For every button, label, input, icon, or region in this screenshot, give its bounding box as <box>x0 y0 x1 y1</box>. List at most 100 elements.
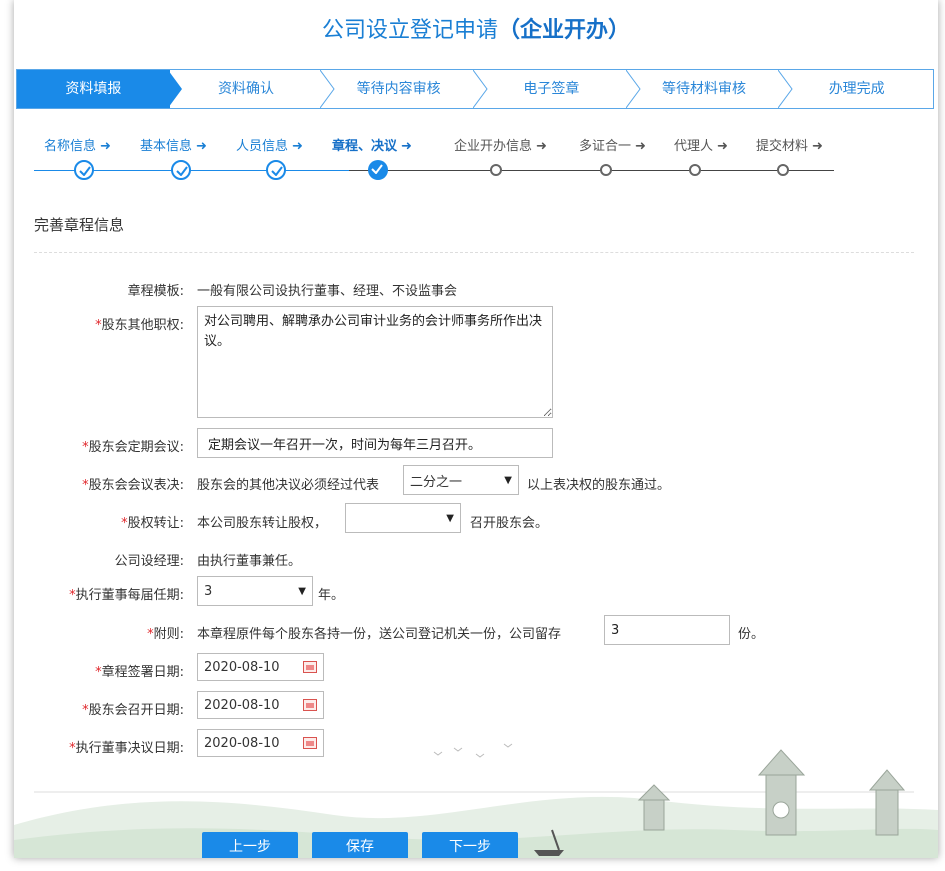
arrow-right-icon: ➜ <box>196 139 207 154</box>
main-step-label: 资料确认 <box>218 81 274 97</box>
equity-transfer-label: *股权转让: <box>121 516 184 531</box>
other-powers-label: *股东其他职权: <box>95 318 184 333</box>
check-circle-icon <box>74 160 94 180</box>
resolution-date-label: *执行董事决议日期: <box>69 741 184 756</box>
meeting-vote-selected: 二分之一 <box>410 474 463 490</box>
meeting-vote-select[interactable]: 二分之一 ▼ <box>403 465 519 495</box>
main-step-3: 等待内容审核 <box>322 70 488 108</box>
appendix-label: *附则: <box>147 627 184 642</box>
main-step-label: 等待内容审核 <box>356 81 441 97</box>
date-value: 2020-08-10 <box>204 697 280 713</box>
sub-step-label: 代理人 <box>674 139 714 154</box>
arrow-right-icon: ➜ <box>401 139 412 154</box>
sub-step-personnel-info[interactable]: 人员信息 ➜ <box>236 135 303 154</box>
sub-step-label: 多证合一 <box>579 139 632 154</box>
date-value: 2020-08-10 <box>204 659 280 675</box>
sub-step-label: 名称信息 <box>44 139 97 154</box>
page-title: 公司设立登记申请（企业开办） <box>14 12 938 44</box>
main-step-6: 办理完成 <box>780 70 933 108</box>
arrow-right-icon: ➜ <box>717 139 728 154</box>
main-step-4: 电子签章 <box>475 70 641 108</box>
sub-progress-line-todo <box>349 170 834 171</box>
arrow-right-icon: ➜ <box>635 139 646 154</box>
sub-step-enterprise-info: 企业开办信息 ➜ <box>454 135 547 154</box>
regular-meeting-input[interactable]: 定期会议一年召开一次，时间为每年三月召开。 <box>197 428 553 458</box>
meeting-vote-suffix: 以上表决权的股东通过。 <box>527 478 671 493</box>
manager-value: 由执行董事兼任。 <box>197 554 302 569</box>
main-step-2: 资料确认 <box>170 70 335 108</box>
date-value: 2020-08-10 <box>204 735 280 751</box>
dropdown-arrow-icon: ▼ <box>446 512 454 524</box>
appendix-prefix: 本章程原件每个股东各持一份，送公司登记机关一份，公司留存 <box>197 627 562 642</box>
arrow-right-icon: ➜ <box>100 139 111 154</box>
manager-label: 公司设经理: <box>114 554 184 569</box>
pending-circle-icon <box>777 164 789 176</box>
calendar-icon[interactable] <box>303 699 317 711</box>
meeting-date-input[interactable]: 2020-08-10 <box>197 691 324 719</box>
page-title-main: 公司设立登记申请 <box>321 18 498 43</box>
sub-step-label: 提交材料 <box>756 139 809 154</box>
main-progress-steps: 资料填报 资料确认 等待内容审核 电子签章 等待材料审核 办理完成 <box>16 69 934 109</box>
main-step-label: 资料填报 <box>65 81 122 97</box>
step-chevron-icon <box>778 70 793 108</box>
dropdown-arrow-icon: ▼ <box>504 474 512 486</box>
equity-transfer-select[interactable]: ▼ <box>345 503 461 533</box>
meeting-vote-prefix: 股东会的其他决议必须经过代表 <box>197 478 380 493</box>
main-step-label: 电子签章 <box>523 81 580 97</box>
appendix-copies-input[interactable]: 3 <box>604 615 730 645</box>
sub-step-charter-resolution[interactable]: 章程、决议 ➜ <box>332 135 412 154</box>
save-button[interactable]: 保存 <box>312 832 408 858</box>
arrow-right-icon: ➜ <box>292 139 303 154</box>
calendar-icon[interactable] <box>303 737 317 749</box>
check-circle-icon <box>368 160 388 180</box>
regular-meeting-label: *股东会定期会议: <box>82 440 184 455</box>
main-step-label: 办理完成 <box>828 81 885 97</box>
sub-step-name-info[interactable]: 名称信息 ➜ <box>44 135 111 154</box>
sub-step-label: 企业开办信息 <box>454 139 533 154</box>
pending-circle-icon <box>490 164 502 176</box>
main-step-label: 等待材料审核 <box>662 81 747 97</box>
arrow-right-icon: ➜ <box>536 139 547 154</box>
sub-step-agent: 代理人 ➜ <box>674 135 728 154</box>
resolution-date-input[interactable]: 2020-08-10 <box>197 729 324 757</box>
sub-step-label: 章程、决议 <box>332 139 398 154</box>
step-chevron-icon <box>473 70 488 108</box>
director-term-suffix: 年。 <box>318 588 345 603</box>
sub-progress-steps: 名称信息 ➜ 基本信息 ➜ 人员信息 ➜ 章程、决议 ➜ 企业开办信息 ➜ 多证合一 ➜ 代… <box>34 135 864 180</box>
equity-transfer-suffix: 召开股东会。 <box>470 516 549 531</box>
pending-circle-icon <box>600 164 612 176</box>
next-step-button[interactable]: 下一步 <box>422 832 518 858</box>
director-term-selected: 3 <box>204 583 213 599</box>
sub-step-submit: 提交材料 ➜ <box>756 135 823 154</box>
prev-step-button[interactable]: 上一步 <box>202 832 298 858</box>
sub-step-label: 人员信息 <box>236 139 289 154</box>
arrow-right-icon: ➜ <box>812 139 823 154</box>
director-term-label: *执行董事每届任期: <box>69 588 184 603</box>
main-step-1: 资料填报 <box>17 70 182 108</box>
check-circle-icon <box>266 160 286 180</box>
divider <box>34 252 914 253</box>
step-chevron-icon <box>167 70 182 108</box>
appendix-suffix: 份。 <box>738 627 765 642</box>
charter-sign-date-input[interactable]: 2020-08-10 <box>197 653 324 681</box>
dropdown-arrow-icon: ▼ <box>298 585 306 597</box>
director-term-select[interactable]: 3 ▼ <box>197 576 313 606</box>
charter-sign-date-label: *章程签署日期: <box>95 665 184 680</box>
template-label: 章程模板: <box>127 284 184 299</box>
template-value: 一般有限公司设执行董事、经理、不设监事会 <box>197 284 458 299</box>
section-title: 完善章程信息 <box>34 216 125 234</box>
sub-step-label: 基本信息 <box>140 139 193 154</box>
equity-transfer-prefix: 本公司股东转让股权， <box>197 516 328 531</box>
step-chevron-icon <box>320 70 335 108</box>
page-title-paren: （企业开办） <box>498 18 631 43</box>
sub-step-multi-cert: 多证合一 ➜ <box>579 135 646 154</box>
application-window: 公司设立登记申请（企业开办） 资料填报 资料确认 等待内容审核 电子签章 等待材… <box>14 0 938 858</box>
calendar-icon[interactable] <box>303 661 317 673</box>
check-circle-icon <box>171 160 191 180</box>
meeting-date-label: *股东会召开日期: <box>82 703 184 718</box>
step-chevron-icon <box>625 70 641 108</box>
pending-circle-icon <box>689 164 701 176</box>
sub-step-basic-info[interactable]: 基本信息 ➜ <box>140 135 207 154</box>
meeting-vote-label: *股东会会议表决: <box>82 478 184 493</box>
other-powers-textarea[interactable]: 对公司聘用、解聘承办公司审计业务的会计师事务所作出决议。 <box>197 306 553 418</box>
